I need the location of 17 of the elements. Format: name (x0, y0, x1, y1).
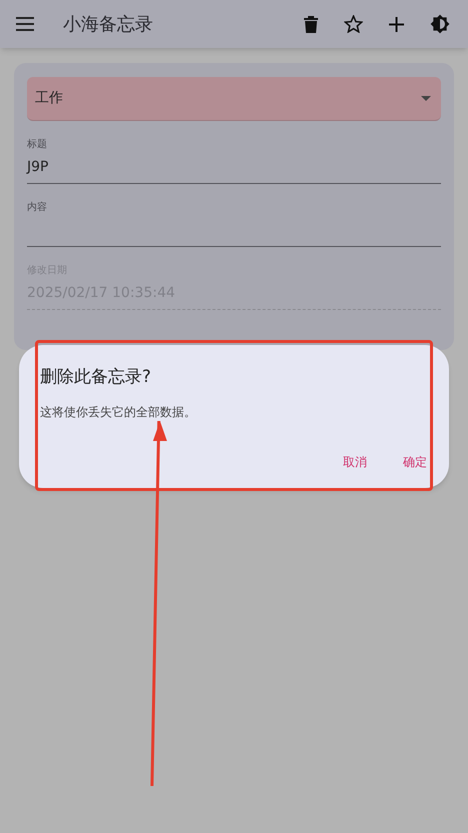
dialog-button[interactable]: 取消 (343, 452, 367, 470)
category-dropdown[interactable]: 工作 (27, 77, 441, 121)
app-title: 小海备忘录 (63, 12, 153, 36)
field-value: J9P (27, 158, 50, 177)
text-field[interactable]: 标题 J9P (27, 135, 441, 184)
text-field[interactable]: 内容 (27, 198, 441, 247)
trash-icon[interactable] (304, 16, 318, 32)
star-icon[interactable] (344, 15, 363, 33)
field-label: 标题 (27, 138, 48, 152)
plus-icon[interactable] (389, 16, 404, 32)
dialog-message: 这将使你丢失它的全部数据。 (40, 404, 197, 420)
dialog-title: 删除此备忘录? (40, 366, 152, 389)
dialog-button[interactable]: 确定 (403, 452, 427, 470)
brightness-icon[interactable] (430, 14, 450, 34)
menu-icon[interactable] (16, 17, 34, 31)
field-label: 内容 (27, 200, 48, 215)
caret-icon (421, 96, 431, 101)
